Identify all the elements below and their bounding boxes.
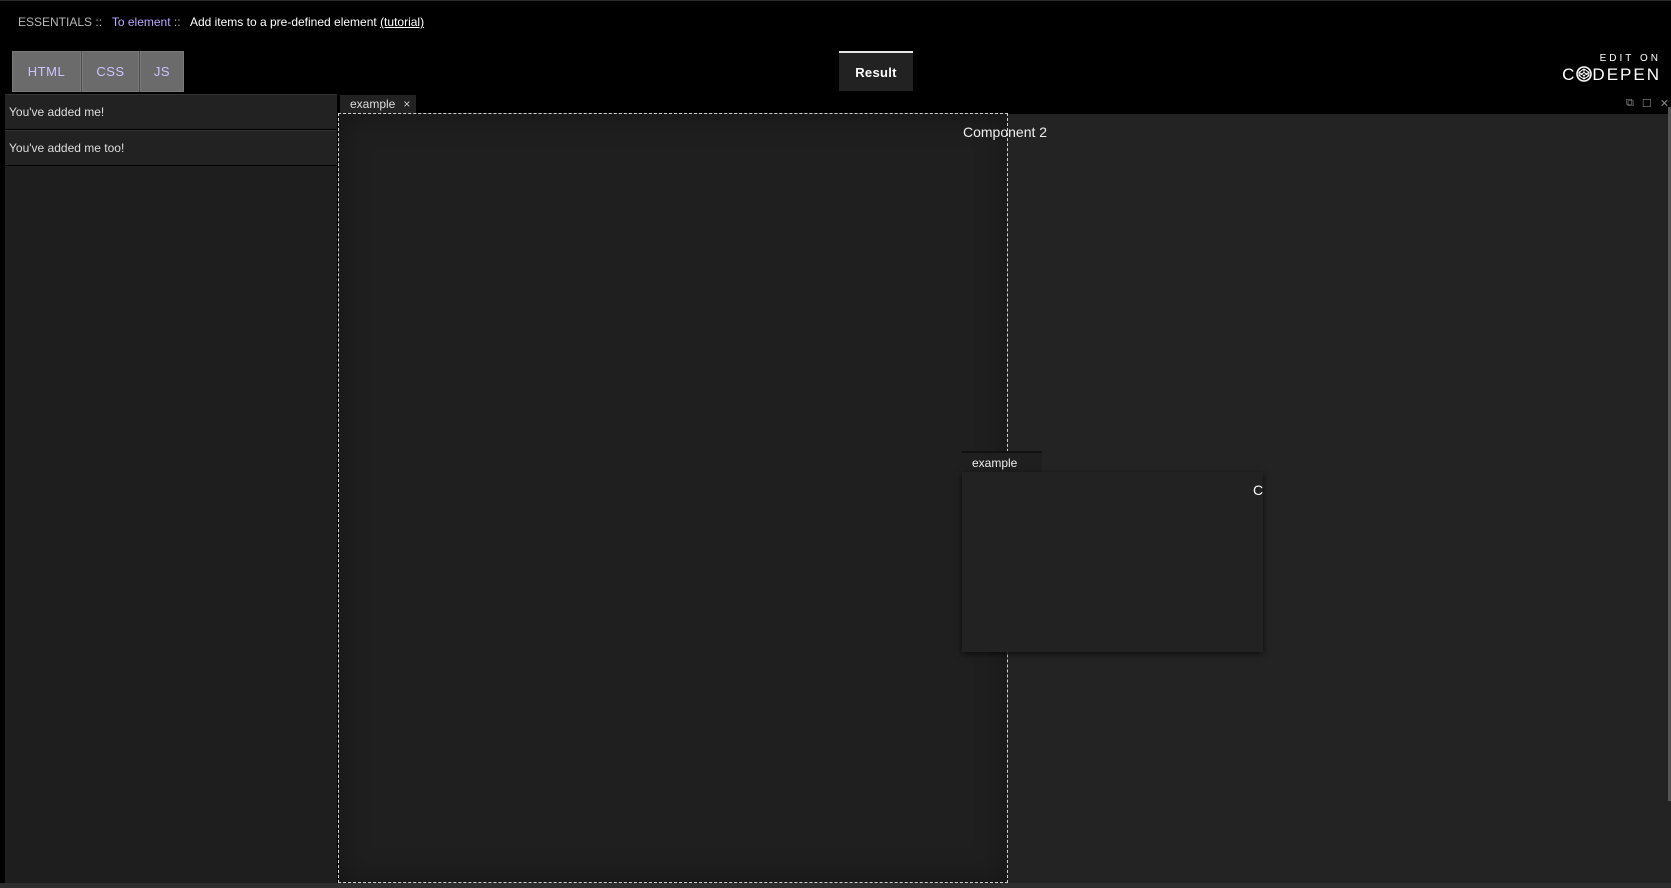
drag-proxy-content: C <box>1253 482 1263 498</box>
codepen-brand-right: DEPEN <box>1592 65 1661 84</box>
layout-container: example × ⧉ ☐ ✕ Component 2 example C <box>337 94 1671 883</box>
drop-target-indicator <box>338 113 1008 883</box>
breadcrumb-category-link[interactable]: To element <box>112 15 171 29</box>
tab-css[interactable]: CSS <box>82 51 140 92</box>
drag-proxy-body: C <box>962 472 1263 652</box>
drag-source-list: You've added me! You've added me too! <box>5 94 337 883</box>
edit-on-label: EDIT ON <box>1599 53 1661 64</box>
breadcrumb-section: ESSENTIALS <box>18 15 93 29</box>
breadcrumb-separator: :: <box>173 15 181 29</box>
drag-source-item[interactable]: You've added me! <box>5 94 337 130</box>
stack-header: example × ⧉ ☐ ✕ <box>338 94 1671 114</box>
breadcrumb-separator: :: <box>95 15 103 29</box>
code-tabs: HTML CSS JS <box>12 51 184 92</box>
bottom-border <box>0 883 1671 888</box>
codepen-brand-left: C <box>1562 65 1577 84</box>
codepen-cube-icon <box>1576 66 1593 82</box>
layout-tab-title: example <box>350 97 396 111</box>
codepen-embed: ESSENTIALS :: To element :: Add items to… <box>0 0 1671 888</box>
popout-icon[interactable]: ⧉ <box>1626 97 1634 110</box>
tab-js[interactable]: JS <box>140 51 184 92</box>
breadcrumb: ESSENTIALS :: To element :: Add items to… <box>18 15 424 29</box>
edit-on-codepen-link[interactable]: EDIT ON C DEPEN <box>1551 51 1661 87</box>
maximise-icon[interactable]: ☐ <box>1642 97 1652 110</box>
breadcrumb-title: Add items to a pre-defined element <box>189 15 377 29</box>
tab-close-icon[interactable]: × <box>403 97 410 111</box>
layout-tab-example[interactable]: example × <box>340 95 417 113</box>
tutorial-link[interactable]: (tutorial) <box>380 15 424 29</box>
codepen-logo: C DEPEN <box>1551 65 1661 85</box>
tab-html[interactable]: HTML <box>12 51 82 92</box>
drag-source-item[interactable]: You've added me too! <box>5 130 337 166</box>
drag-proxy[interactable]: example C <box>962 451 1263 652</box>
tab-result[interactable]: Result <box>839 51 913 91</box>
stack-controls: ⧉ ☐ ✕ <box>1626 97 1669 110</box>
drag-proxy-tab: example <box>962 451 1042 472</box>
component-content-text: Component 2 <box>963 124 1048 140</box>
